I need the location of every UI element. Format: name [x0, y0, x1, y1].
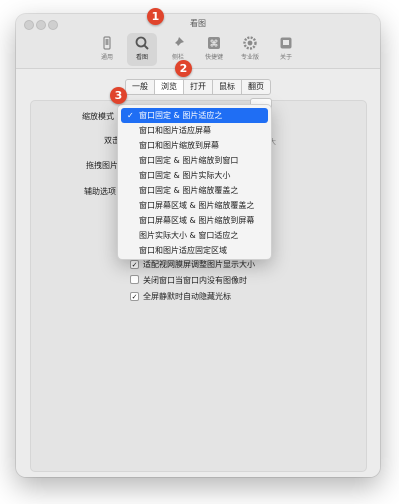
title-bar: 看图 通用 看图 侧栏 ⌘ 快捷键 专业版 关于 — [16, 14, 380, 69]
toolbar-general-label: 通用 — [100, 54, 113, 61]
toolbar-viewer[interactable]: 看图 — [127, 33, 157, 66]
zoom-mode-dropdown-menu: ✓ 窗口固定 & 图片适应之 窗口和图片适应屏幕 窗口和图片缩放到屏幕 窗口固定 … — [117, 104, 272, 260]
info-icon — [280, 37, 292, 49]
tab-page-turn[interactable]: 翻页 — [242, 80, 270, 94]
dropdown-option[interactable]: 窗口固定 & 图片缩放到窗口 — [121, 153, 268, 168]
dropdown-option[interactable]: 窗口固定 & 图片缩放覆盖之 — [121, 183, 268, 198]
dropdown-option[interactable]: 窗口和图片适应屏幕 — [121, 123, 268, 138]
dropdown-option[interactable]: 窗口和图片适应固定区域 — [121, 243, 268, 258]
dropdown-option-label: 窗口屏幕区域 & 图片缩放覆盖之 — [139, 201, 255, 210]
checkbox-hide-cursor[interactable]: 全屏静默时自动隐藏光标 — [130, 291, 231, 302]
magnifier-icon — [135, 36, 149, 50]
dropdown-option-label: 窗口和图片缩放到屏幕 — [139, 141, 219, 150]
dropdown-option-label: 图片实际大小 & 窗口适应之 — [139, 231, 239, 240]
drag-image-label: 拖拽图片 — [86, 161, 118, 170]
dropdown-option[interactable]: 窗口和图片缩放到屏幕 — [121, 138, 268, 153]
toolbar-sidebar-label: 侧栏 — [171, 54, 184, 61]
dropdown-option-label: 窗口固定 & 图片适应之 — [139, 111, 223, 120]
dropdown-option[interactable]: 窗口屏幕区域 & 图片缩放到屏幕 — [121, 213, 268, 228]
toolbar-shortcuts-label: 快捷键 — [204, 54, 223, 61]
checkbox-close-window-box[interactable] — [130, 275, 139, 284]
assist-options-label: 辅助选项 — [84, 187, 116, 196]
dropdown-option-label: 窗口固定 & 图片缩放到窗口 — [139, 156, 239, 165]
toolbar-about[interactable]: 关于 — [271, 33, 301, 66]
toolbar-viewer-label: 看图 — [135, 54, 148, 61]
checkbox-retina-label: 适配视网膜屏调整图片显示大小 — [143, 260, 255, 269]
dropdown-option-label: 窗口和图片适应固定区域 — [139, 246, 227, 255]
step-badge-3: 3 — [110, 87, 127, 104]
tab-general[interactable]: 一般 — [126, 80, 155, 94]
dropdown-option-label: 窗口和图片适应屏幕 — [139, 126, 211, 135]
window-title: 看图 — [190, 19, 206, 28]
tab-browse[interactable]: 浏览 — [155, 80, 184, 94]
dropdown-option[interactable]: 窗口固定 & 图片实际大小 — [121, 168, 268, 183]
dropdown-option[interactable]: 窗口屏幕区域 & 图片缩放覆盖之 — [121, 198, 268, 213]
dropdown-option[interactable]: ✓ 窗口固定 & 图片适应之 — [121, 108, 268, 123]
step-badge-2: 2 — [175, 60, 192, 77]
checkbox-close-window[interactable]: 关闭窗口当窗口内没有图像时 — [130, 275, 247, 286]
dropdown-option[interactable]: 图片实际大小 & 窗口适应之 — [121, 228, 268, 243]
dropdown-option-label: 窗口固定 & 图片缩放覆盖之 — [139, 186, 239, 195]
pin-icon — [173, 37, 184, 48]
svg-text:⌘: ⌘ — [210, 40, 219, 50]
checkbox-retina-box[interactable] — [130, 260, 139, 269]
checkmark-icon: ✓ — [127, 111, 134, 120]
dropdown-option-label: 窗口固定 & 图片实际大小 — [139, 171, 231, 180]
checkbox-retina[interactable]: 适配视网膜屏调整图片显示大小 — [130, 259, 255, 270]
toolbar-general[interactable]: 通用 — [92, 33, 122, 66]
checkbox-close-window-label: 关闭窗口当窗口内没有图像时 — [143, 276, 247, 285]
checkbox-hide-cursor-box[interactable] — [130, 292, 139, 301]
phone-icon — [103, 36, 111, 50]
toolbar-pro[interactable]: 专业版 — [235, 33, 265, 66]
dropdown-option-label: 窗口屏幕区域 & 图片缩放到屏幕 — [139, 216, 255, 225]
tab-open[interactable]: 打开 — [184, 80, 213, 94]
step-badge-1: 1 — [147, 8, 164, 25]
toolbar-shortcuts[interactable]: ⌘ 快捷键 — [199, 33, 229, 66]
gear-badge-icon — [243, 36, 257, 50]
zoom-mode-label: 缩放模式 — [82, 112, 114, 121]
checkbox-hide-cursor-label: 全屏静默时自动隐藏光标 — [143, 292, 231, 301]
command-key-icon: ⌘ — [208, 37, 220, 50]
toolbar-about-label: 关于 — [279, 54, 292, 61]
tab-bar: 一般 浏览 打开 鼠标 翻页 — [125, 79, 271, 95]
toolbar-pro-label: 专业版 — [240, 54, 259, 61]
tab-mouse[interactable]: 鼠标 — [213, 80, 242, 94]
